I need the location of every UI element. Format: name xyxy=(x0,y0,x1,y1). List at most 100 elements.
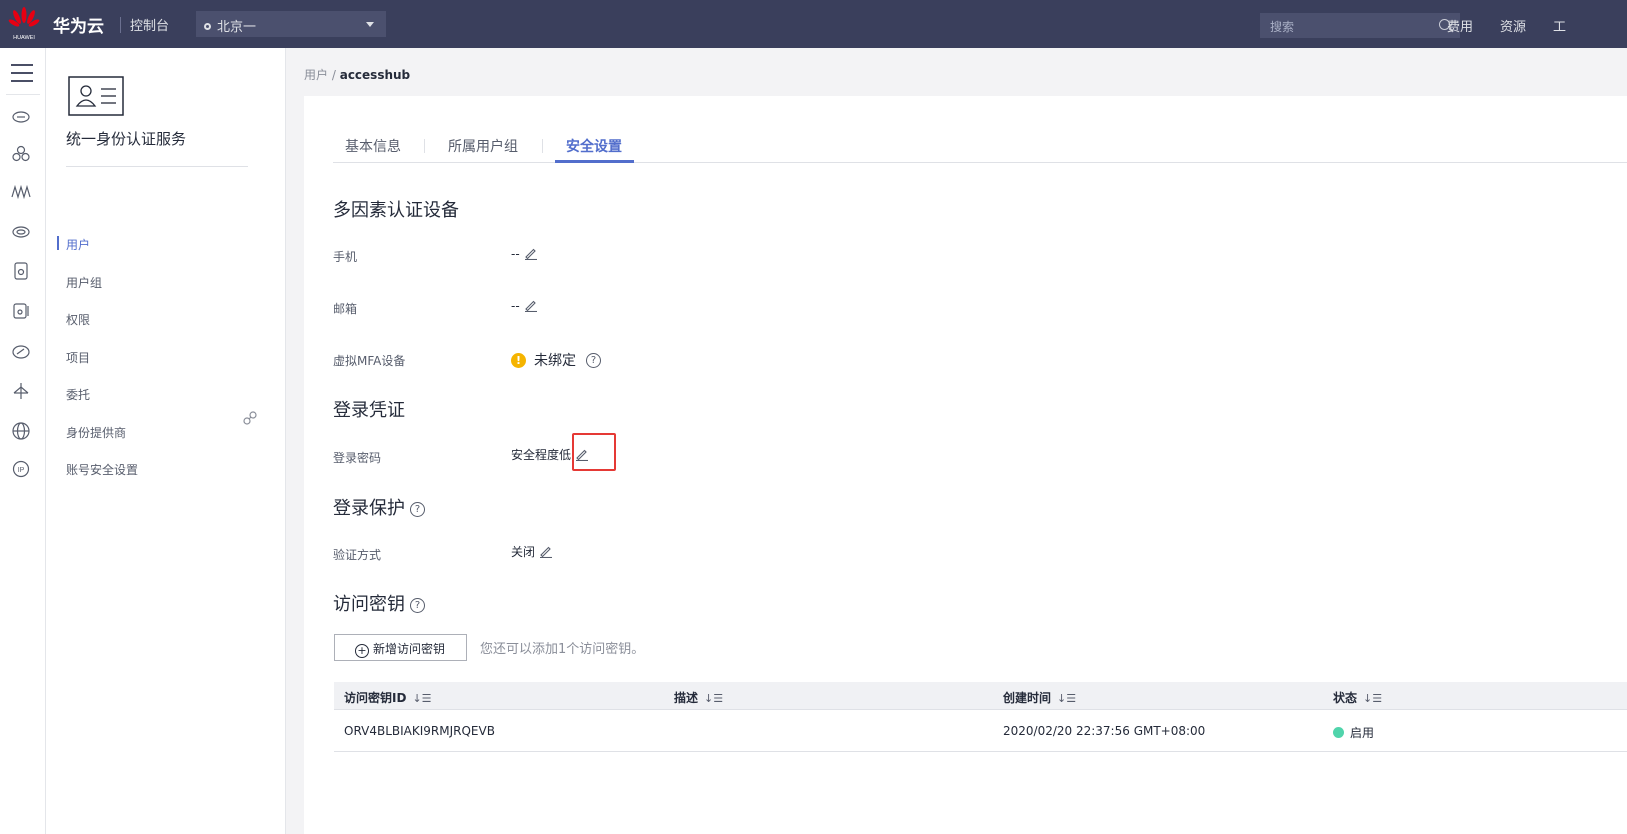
table-row: ORV4BLBIAKI9RMJRQEVB 2020/02/20 22:37:56… xyxy=(334,710,1627,752)
virtual-mfa-status: 未绑定 xyxy=(534,353,576,369)
status-enabled-icon xyxy=(1333,727,1344,738)
edit-pencil-icon[interactable] xyxy=(524,246,538,260)
status-text: 启用 xyxy=(1350,726,1375,740)
svg-text:IP: IP xyxy=(18,467,25,474)
sidebar-item-permissions[interactable]: 权限 xyxy=(66,311,90,328)
cloud-server-icon[interactable] xyxy=(11,106,31,126)
help-icon[interactable]: ? xyxy=(410,598,425,613)
phone-value: -- xyxy=(511,246,538,261)
sidebar-item-projects[interactable]: 项目 xyxy=(66,349,90,366)
breadcrumb-separator: / xyxy=(331,68,336,82)
tab-user-groups[interactable]: 所属用户组 xyxy=(448,136,518,156)
access-keys-section-title: 访问密钥? xyxy=(333,590,425,616)
network-icon[interactable] xyxy=(11,182,31,202)
brand-name[interactable]: 华为云 xyxy=(53,12,104,37)
region-selector[interactable]: 北京一 xyxy=(196,11,386,37)
huawei-logo[interactable]: HUAWEI xyxy=(8,6,40,42)
tab-divider xyxy=(424,139,425,153)
verification-method-value: 关闭 xyxy=(511,543,553,560)
access-key-hint: 您还可以添加1个访问密钥。 xyxy=(480,642,645,657)
service-title: 统一身份认证服务 xyxy=(66,130,187,148)
tab-active-underline xyxy=(555,160,634,163)
tab-basic-info[interactable]: 基本信息 xyxy=(345,136,401,156)
help-icon[interactable]: ? xyxy=(410,502,425,517)
tab-divider xyxy=(542,139,543,153)
sort-icon[interactable]: ↓☰ xyxy=(704,692,723,705)
breadcrumb-parent[interactable]: 用户 xyxy=(304,68,328,82)
globe-icon[interactable] xyxy=(11,421,31,441)
password-label: 登录密码 xyxy=(333,451,382,465)
rail-divider xyxy=(6,94,40,95)
column-header-key-id[interactable]: 访问密钥ID ↓☰ xyxy=(344,689,432,706)
service-icon-rail: IP xyxy=(0,48,46,834)
phone-label: 手机 xyxy=(333,250,358,264)
top-navigation-bar: HUAWEI 华为云 控制台 北京一 搜索 费用 资源 工 xyxy=(0,0,1627,48)
active-indicator xyxy=(57,236,59,250)
service-sidebar: 统一身份认证服务 用户 用户组 权限 项目 委托 身份提供商 账号安全设置 xyxy=(46,48,286,834)
verification-method-text: 关闭 xyxy=(511,545,536,559)
mfa-section-title: 多因素认证设备 xyxy=(333,200,459,221)
warning-icon: ! xyxy=(511,353,526,368)
virtual-mfa-label: 虚拟MFA设备 xyxy=(333,354,406,368)
edit-pencil-icon[interactable] xyxy=(524,298,538,312)
column-header-description[interactable]: 描述 ↓☰ xyxy=(674,689,723,706)
region-label: 北京一 xyxy=(217,20,257,35)
virtual-mfa-value: ! 未绑定? xyxy=(511,350,601,370)
billing-link[interactable]: 费用 xyxy=(1447,16,1473,35)
huawei-logo-text: HUAWEI xyxy=(13,35,35,41)
sidebar-item-account-security[interactable]: 账号安全设置 xyxy=(66,461,138,478)
breadcrumb: 用户 / accesshub xyxy=(304,66,410,83)
search-input[interactable]: 搜索 xyxy=(1260,13,1460,38)
sidebar-item-users[interactable]: 用户 xyxy=(66,236,90,253)
container-icon[interactable] xyxy=(11,301,31,321)
add-access-key-button[interactable]: + 新增访问密钥 xyxy=(334,634,467,661)
database-icon[interactable] xyxy=(11,261,31,281)
access-key-created-cell: 2020/02/20 22:37:56 GMT+08:00 xyxy=(1003,724,1206,738)
sidebar-item-agencies[interactable]: 委托 xyxy=(66,386,90,403)
divider xyxy=(120,17,121,33)
email-value: -- xyxy=(511,298,538,313)
caret-down-icon xyxy=(366,22,374,27)
sort-icon[interactable]: ↓☰ xyxy=(1057,692,1076,705)
tab-bar: 基本信息 所属用户组 安全设置 xyxy=(333,126,1627,163)
search-placeholder: 搜索 xyxy=(1270,20,1295,34)
deployment-icon[interactable] xyxy=(11,381,31,401)
access-key-status-cell: 启用 xyxy=(1333,724,1374,741)
access-key-id-cell: ORV4BLBIAKI9RMJRQEVB xyxy=(344,724,495,738)
sort-icon[interactable]: ↓☰ xyxy=(1363,692,1382,705)
email-value-text: -- xyxy=(511,299,520,313)
protection-title-text: 登录保护 xyxy=(333,498,405,519)
ip-icon[interactable]: IP xyxy=(11,459,31,479)
verification-method-label: 验证方式 xyxy=(333,548,382,562)
access-key-table-header: 访问密钥ID ↓☰ 描述 ↓☰ 创建时间 ↓☰ 状态 ↓☰ xyxy=(334,682,1627,710)
highlight-annotation-box xyxy=(572,433,616,471)
external-link-icon[interactable] xyxy=(242,410,258,426)
cdn-icon[interactable] xyxy=(11,341,31,361)
help-icon[interactable]: ? xyxy=(586,353,601,368)
sidebar-divider xyxy=(66,166,248,167)
add-access-key-label: 新增访问密钥 xyxy=(373,642,446,656)
cluster-icon[interactable] xyxy=(11,144,31,164)
resources-link[interactable]: 资源 xyxy=(1500,16,1526,35)
tab-security-settings[interactable]: 安全设置 xyxy=(566,136,622,156)
password-strength: 安全程度低 xyxy=(511,448,572,462)
menu-icon[interactable] xyxy=(11,64,33,82)
column-header-status[interactable]: 状态 ↓☰ xyxy=(1333,689,1382,706)
sidebar-item-user-groups[interactable]: 用户组 xyxy=(66,274,102,291)
credential-section-title: 登录凭证 xyxy=(333,400,405,421)
tools-link[interactable]: 工 xyxy=(1553,16,1566,35)
phone-value-text: -- xyxy=(511,247,520,261)
sort-icon[interactable]: ↓☰ xyxy=(412,692,431,705)
plus-circle-icon: + xyxy=(355,644,369,658)
access-keys-title-text: 访问密钥 xyxy=(333,594,405,615)
console-link[interactable]: 控制台 xyxy=(130,15,169,34)
sidebar-item-identity-providers[interactable]: 身份提供商 xyxy=(66,424,126,441)
edit-pencil-icon[interactable] xyxy=(539,544,553,558)
protection-section-title: 登录保护? xyxy=(333,494,425,520)
storage-icon[interactable] xyxy=(11,222,31,242)
identity-card-icon xyxy=(68,76,124,116)
breadcrumb-current: accesshub xyxy=(339,68,411,82)
location-pin-icon xyxy=(204,23,211,30)
email-label: 邮箱 xyxy=(333,302,358,316)
column-header-created[interactable]: 创建时间 ↓☰ xyxy=(1003,689,1076,706)
